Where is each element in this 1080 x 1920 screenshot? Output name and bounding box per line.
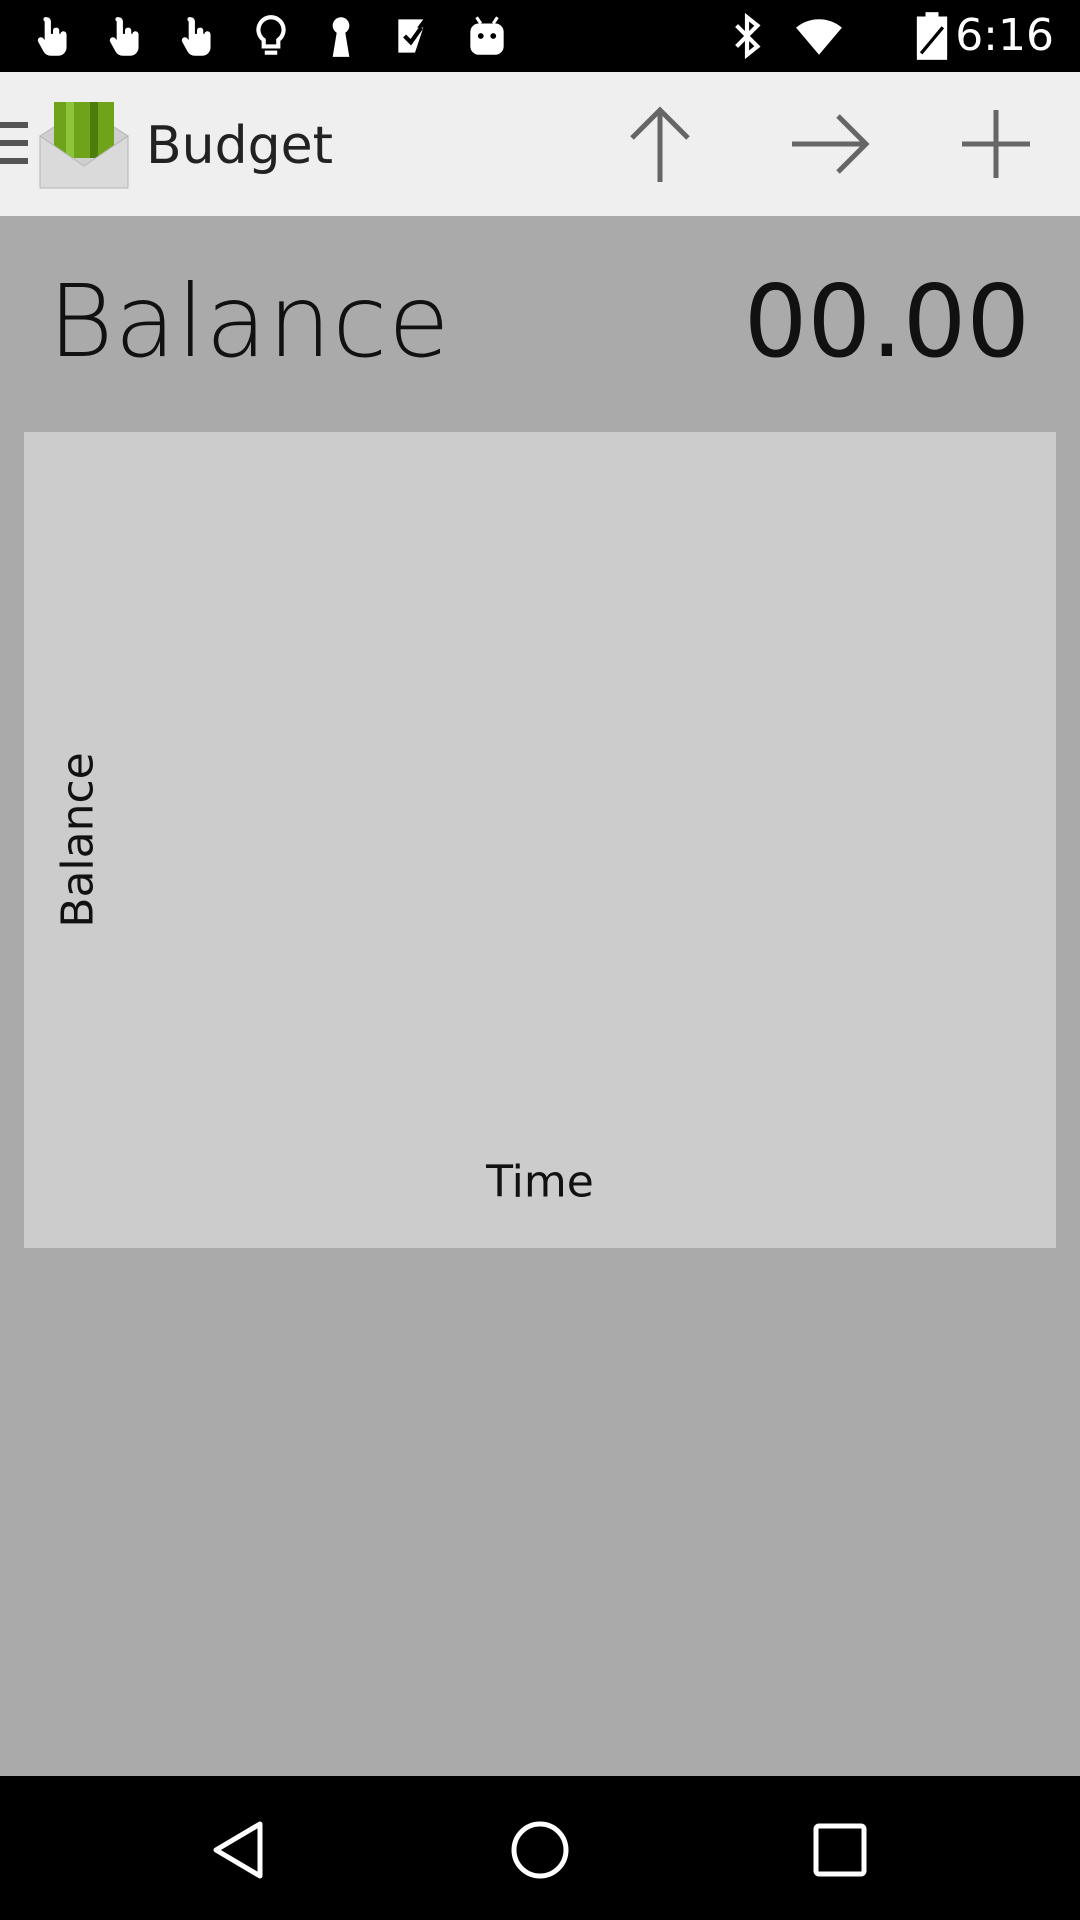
status-bar: 6:16 — [0, 0, 1080, 72]
task-check-icon — [390, 10, 440, 62]
touch-icon — [28, 10, 78, 62]
bluetooth-icon — [722, 10, 772, 62]
touch-icon — [172, 10, 222, 62]
back-button[interactable] — [200, 1810, 280, 1890]
wifi-icon — [794, 10, 844, 62]
action-bar: Budget — [0, 72, 1080, 216]
navigation-bar — [0, 1776, 1080, 1920]
recents-button[interactable] — [800, 1810, 880, 1890]
chart-x-axis-label: Time — [486, 1156, 594, 1208]
status-time: 6:16 — [955, 10, 1054, 61]
touch-icon — [100, 10, 150, 62]
drawer-menu-icon[interactable] — [0, 122, 30, 166]
app-logo[interactable] — [36, 96, 132, 192]
lightbulb-icon — [246, 10, 296, 62]
balance-chart[interactable] — [24, 432, 1056, 1248]
arrow-forward-icon — [792, 114, 870, 174]
app-title: Budget — [146, 116, 334, 176]
arrow-up-button[interactable] — [612, 96, 708, 192]
add-button[interactable] — [948, 96, 1044, 192]
chart-y-axis-label: Balance — [52, 752, 104, 928]
recents-icon — [813, 1823, 867, 1877]
balance-value: 00.00 — [743, 263, 1030, 380]
home-icon — [511, 1821, 569, 1879]
home-button[interactable] — [500, 1810, 580, 1890]
arrow-up-icon — [630, 106, 690, 182]
arrow-forward-button[interactable] — [782, 96, 878, 192]
battery-icon — [912, 10, 952, 62]
keyhole-icon — [316, 10, 366, 62]
balance-label: Balance — [48, 263, 451, 380]
back-icon — [213, 1821, 263, 1879]
add-icon — [962, 110, 1030, 178]
android-icon — [462, 10, 512, 62]
